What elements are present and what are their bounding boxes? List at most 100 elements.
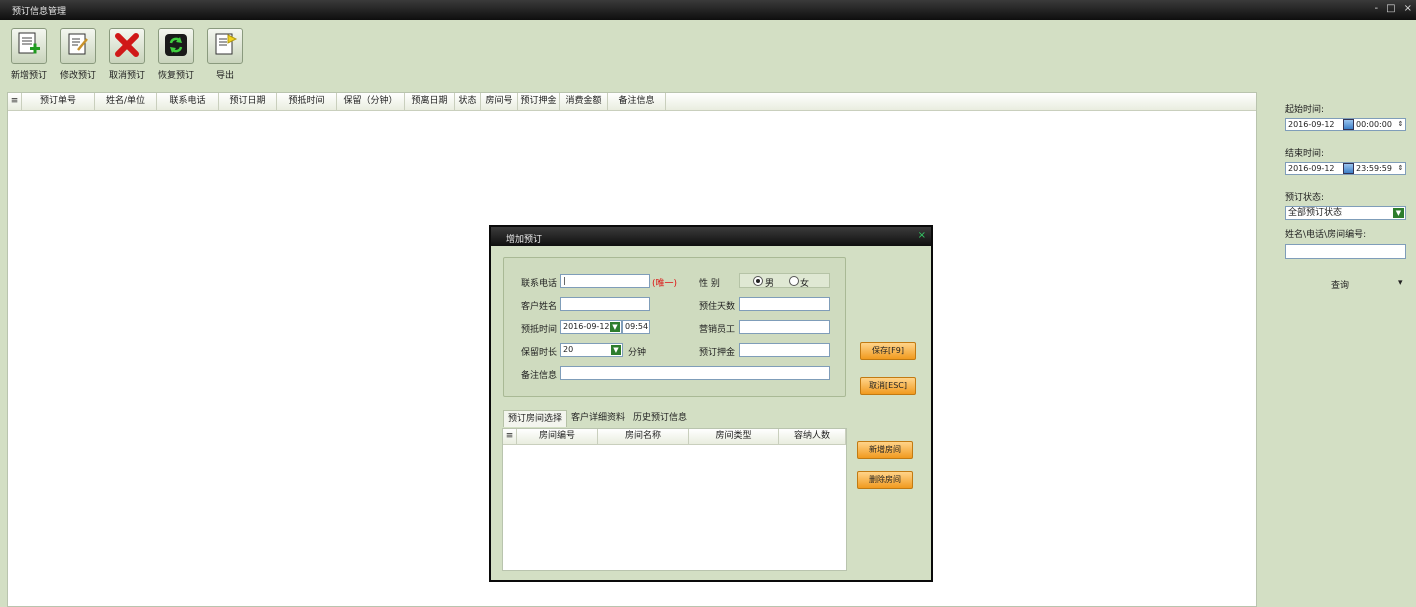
chevron-down-icon[interactable]: ▾ [1398,278,1403,288]
arrival-time-label: 预抵时间 [521,325,558,335]
export-icon [212,31,238,62]
arrival-time-input[interactable]: 09:54 [622,320,650,334]
chevron-down-icon[interactable]: ▼ [610,322,620,332]
restore-icon [163,32,189,61]
grid-header: ≡ 预订单号 姓名/单位 联系电话 预订日期 预抵时间 保留（分钟） 预离日期 … [8,93,1256,111]
column-header[interactable]: 状态 [455,93,481,110]
sales-staff-input[interactable] [739,320,830,334]
column-header[interactable]: 预订单号 [22,93,95,110]
spinner-icon[interactable]: ⇕ [1396,163,1405,174]
minutes-unit: 分钟 [628,348,647,358]
customer-name-input[interactable] [560,297,650,311]
spinner-icon[interactable]: ⇕ [1396,119,1405,130]
end-datetime-picker[interactable]: 2016-09-12 23:59:59 ⇕ [1285,162,1406,175]
deposit-label: 预订押金 [699,348,736,358]
add-document-icon [16,31,42,62]
end-time-label: 结束时间: [1285,149,1325,159]
restore-button[interactable]: □ [1386,3,1395,14]
cancel-booking-button[interactable]: 取消预订 [105,28,149,81]
tab-customer-details[interactable]: 客户详细资料 [567,410,629,427]
column-header[interactable]: 消费金额 [560,93,608,110]
start-date-value[interactable]: 2016-09-12 [1286,119,1342,130]
column-header[interactable]: 房间名称 [598,429,689,444]
column-header[interactable]: 姓名/单位 [95,93,157,110]
grid-menu-icon[interactable]: ≡ [8,93,22,110]
column-header[interactable]: 房间号 [481,93,518,110]
room-grid-header: ≡ 房间编号 房间名称 房间类型 容纳人数 [503,429,846,445]
new-booking-label: 新增预订 [10,71,47,81]
remark-label: 备注信息 [521,371,558,381]
red-x-icon [113,31,141,62]
close-button[interactable]: × [1404,3,1412,14]
column-header[interactable]: 预离日期 [405,93,455,110]
grid-menu-icon[interactable]: ≡ [503,429,517,444]
tab-room-select[interactable]: 预订房间选择 [503,410,568,427]
column-header[interactable]: 保留（分钟） [337,93,405,110]
edit-booking-button[interactable]: 修改预订 [56,28,100,81]
column-header[interactable]: 预订日期 [219,93,277,110]
status-group: 预订状态: 全部预订状态 ▼ [1285,190,1406,220]
deposit-input[interactable] [739,343,830,357]
column-header[interactable]: 预订押金 [518,93,560,110]
window-title: 预订信息管理 [12,7,67,17]
calendar-icon[interactable] [1343,119,1354,130]
keep-duration-select[interactable]: 20 ▼ [560,343,623,357]
arrival-date-value: 2016-09-12 [563,322,610,331]
booking-form: 联系电话 | (唯一) 性 别 男 女 客户姓名 预住天数 预抵时间 2016-… [503,257,846,397]
export-label: 导出 [215,71,234,81]
start-datetime-picker[interactable]: 2016-09-12 00:00:00 ⇕ [1285,118,1406,131]
query-label: 查询 [1331,281,1350,291]
restore-booking-button[interactable]: 恢复预订 [154,28,198,81]
start-time-group: 起始时间: 2016-09-12 00:00:00 ⇕ [1285,102,1406,131]
new-booking-button[interactable]: 新增预订 [7,28,51,81]
stay-days-label: 预住天数 [699,302,736,312]
calendar-icon[interactable] [1343,163,1354,174]
unique-note: (唯一) [652,279,678,289]
status-label: 预订状态: [1285,193,1325,203]
cancel-booking-label: 取消预订 [108,71,145,81]
dialog-title-bar: 增加预订 × [491,227,931,246]
arrival-date-input[interactable]: 2016-09-12 ▼ [560,320,622,334]
delete-room-button[interactable]: 删除房间 [857,471,913,489]
sales-staff-label: 营销员工 [699,325,736,335]
phone-input[interactable]: | [560,274,650,288]
add-room-button[interactable]: 新增房间 [857,441,913,459]
column-header[interactable]: 联系电话 [157,93,219,110]
radio-male[interactable] [753,276,763,286]
keep-duration-value: 20 [563,345,574,354]
restore-booking-label: 恢复预订 [157,71,194,81]
end-time-group: 结束时间: 2016-09-12 23:59:59 ⇕ [1285,146,1406,175]
cancel-button[interactable]: 取消[ESC] [860,377,916,395]
start-time-value[interactable]: 00:00:00 [1355,119,1396,130]
status-select[interactable]: 全部预订状态 ▼ [1285,206,1406,220]
customer-name-label: 客户姓名 [521,302,558,312]
radio-female[interactable] [789,276,799,286]
column-header[interactable]: 房间类型 [689,429,779,444]
search-group: 姓名\电话\房间编号: [1285,227,1406,259]
dialog-tabs: 预订房间选择 客户详细资料 历史预订信息 [503,410,691,427]
tab-booking-history[interactable]: 历史预订信息 [629,410,691,427]
query-button[interactable]: 查询 ▾ [1285,278,1406,292]
dialog-title: 增加预订 [506,235,543,245]
room-grid[interactable]: ≡ 房间编号 房间名称 房间类型 容纳人数 [502,428,847,571]
chevron-down-icon[interactable]: ▼ [611,345,621,355]
end-date-value[interactable]: 2016-09-12 [1286,163,1342,174]
title-bar: 预订信息管理 - □ × [0,0,1416,20]
stay-days-input[interactable] [739,297,830,311]
export-button[interactable]: 导出 [203,28,247,81]
minimize-button[interactable]: - [1375,3,1379,14]
chevron-down-icon[interactable]: ▼ [1393,208,1404,218]
column-header[interactable]: 房间编号 [517,429,598,444]
status-select-value: 全部预订状态 [1288,208,1343,218]
edit-booking-label: 修改预订 [59,71,96,81]
gender-male-label: 男 [765,279,775,289]
save-button[interactable]: 保存[F9] [860,342,916,360]
search-label: 姓名\电话\房间编号: [1285,230,1367,240]
remark-input[interactable] [560,366,830,380]
search-input[interactable] [1285,244,1406,259]
end-time-value[interactable]: 23:59:59 [1355,163,1396,174]
dialog-close-icon[interactable]: × [918,230,926,241]
column-header[interactable]: 容纳人数 [779,429,846,444]
column-header[interactable]: 备注信息 [608,93,666,110]
column-header[interactable]: 预抵时间 [277,93,337,110]
